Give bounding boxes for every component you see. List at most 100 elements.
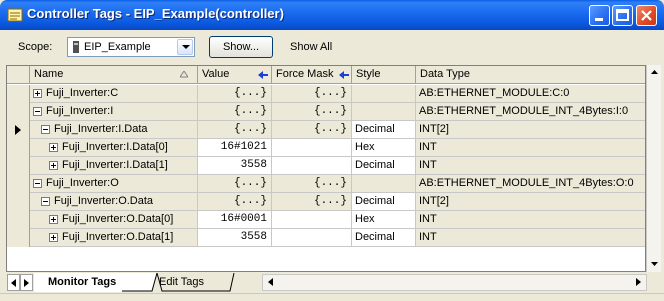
minimize-button[interactable] [589, 5, 610, 26]
arrow-left-icon [268, 278, 273, 286]
row-header[interactable] [7, 157, 30, 175]
expand-icon[interactable] [33, 89, 42, 98]
expand-icon[interactable] [49, 161, 58, 170]
data-type-cell[interactable]: INT [416, 139, 645, 156]
row-header[interactable] [7, 211, 30, 229]
tag-name-cell[interactable]: Fuji_Inverter:I.Data[0] [30, 139, 198, 156]
value-cell[interactable]: {...} [198, 103, 272, 120]
column-header-value[interactable]: Value [198, 66, 272, 84]
vertical-scrollbar[interactable] [646, 65, 661, 272]
value-cell[interactable]: 16#1021 [198, 139, 272, 156]
value-cell[interactable]: {...} [198, 193, 272, 210]
horizontal-scrollbar[interactable] [262, 274, 647, 291]
tag-grid[interactable]: Name Value Force Mask Style Data Type Fu… [6, 65, 646, 272]
data-type-cell[interactable]: AB:ETHERNET_MODULE_INT_4Bytes:O:0 [416, 175, 645, 192]
value-cell[interactable]: 3558 [198, 157, 272, 174]
tag-name-cell[interactable]: Fuji_Inverter:O [30, 175, 198, 192]
table-row[interactable]: Fuji_Inverter:O.Data[1] 3558 Decimal INT [7, 229, 645, 247]
style-cell[interactable]: Decimal [352, 121, 416, 138]
tag-name: Fuji_Inverter:O [46, 177, 119, 189]
force-mask-cell[interactable]: {...} [272, 175, 352, 192]
table-row[interactable]: Fuji_Inverter:O.Data[0] 16#0001 Hex INT [7, 211, 645, 229]
row-header[interactable] [7, 193, 30, 211]
tab-scroll-right-button[interactable] [20, 274, 33, 291]
arrow-right-icon [24, 279, 29, 287]
column-header-name[interactable]: Name [30, 66, 198, 84]
expand-icon[interactable] [49, 143, 58, 152]
column-header-data-type[interactable]: Data Type [416, 66, 645, 84]
expand-icon[interactable] [49, 215, 58, 224]
style-cell[interactable] [352, 103, 416, 120]
tag-name-cell[interactable]: Fuji_Inverter:I [30, 103, 198, 120]
collapse-icon[interactable] [33, 179, 42, 188]
scroll-right-button[interactable] [631, 275, 646, 290]
data-type-cell[interactable]: INT [416, 157, 645, 174]
value-cell[interactable]: {...} [198, 175, 272, 192]
row-header[interactable] [7, 139, 30, 157]
table-row[interactable]: Fuji_Inverter:I.Data[1] 3558 Decimal INT [7, 157, 645, 175]
show-button[interactable]: Show... [209, 36, 273, 58]
style-cell[interactable] [352, 85, 416, 102]
tag-name-cell[interactable]: Fuji_Inverter:I.Data [30, 121, 198, 138]
row-header[interactable] [7, 103, 30, 121]
value-cell[interactable]: {...} [198, 121, 272, 138]
bottom-bar: Monitor Tags Edit Tags [6, 273, 661, 292]
style-cell[interactable]: Decimal [352, 157, 416, 174]
data-type-cell[interactable]: INT [416, 211, 645, 228]
row-header[interactable] [7, 175, 30, 193]
tag-name-cell[interactable]: Fuji_Inverter:O.Data [30, 193, 198, 210]
force-mask-cell[interactable] [272, 139, 352, 156]
force-mask-cell[interactable]: {...} [272, 121, 352, 138]
style-cell[interactable]: Hex [352, 139, 416, 156]
tag-name-cell[interactable]: Fuji_Inverter:I.Data[1] [30, 157, 198, 174]
table-row[interactable]: Fuji_Inverter:C {...} {...} AB:ETHERNET_MOD… [7, 85, 645, 103]
expand-icon[interactable] [49, 233, 58, 242]
scroll-up-button[interactable] [647, 65, 662, 80]
value-cell[interactable]: 16#0001 [198, 211, 272, 228]
title-bar[interactable]: Controller Tags - EIP_Example(controller… [0, 0, 664, 30]
force-mask-cell[interactable]: {...} [272, 103, 352, 120]
style-cell[interactable] [352, 175, 416, 192]
scroll-left-button[interactable] [263, 275, 278, 290]
style-cell[interactable]: Decimal [352, 229, 416, 246]
table-row[interactable]: Fuji_Inverter:I.Data {...} {...} Decimal INT… [7, 121, 645, 139]
scroll-down-button[interactable] [647, 257, 662, 272]
value-cell[interactable]: 3558 [198, 229, 272, 246]
scope-dropdown-button[interactable] [177, 39, 193, 55]
data-type-cell[interactable]: AB:ETHERNET_MODULE:C:0 [416, 85, 645, 102]
row-header[interactable] [7, 121, 30, 139]
tag-name-cell[interactable]: Fuji_Inverter:O.Data[0] [30, 211, 198, 228]
row-header[interactable] [7, 85, 30, 103]
tab-edit-tags[interactable]: Edit Tags [145, 273, 210, 292]
tag-name-cell[interactable]: Fuji_Inverter:O.Data[1] [30, 229, 198, 246]
force-mask-cell[interactable] [272, 157, 352, 174]
force-mask-cell[interactable]: {...} [272, 193, 352, 210]
table-row[interactable]: Fuji_Inverter:O {...} {...} AB:ETHERNET_MOD… [7, 175, 645, 193]
collapse-icon[interactable] [41, 197, 50, 206]
tab-monitor-tags[interactable]: Monitor Tags [34, 273, 123, 292]
table-row[interactable]: Fuji_Inverter:I {...} {...} AB:ETHERNET_MOD… [7, 103, 645, 121]
style-cell[interactable]: Hex [352, 211, 416, 228]
column-header-style[interactable]: Style [352, 66, 416, 84]
value-cell[interactable]: {...} [198, 85, 272, 102]
force-mask-cell[interactable] [272, 229, 352, 246]
table-row[interactable]: Fuji_Inverter:I.Data[0] 16#1021 Hex INT [7, 139, 645, 157]
collapse-icon[interactable] [41, 125, 50, 134]
scope-dropdown[interactable]: EIP_Example [67, 37, 195, 57]
table-row[interactable]: Fuji_Inverter:O.Data {...} {...} Decimal INT… [7, 193, 645, 211]
data-type-cell[interactable]: AB:ETHERNET_MODULE_INT_4Bytes:I:0 [416, 103, 645, 120]
sort-ascending-icon [180, 71, 188, 78]
data-type-cell[interactable]: INT[2] [416, 193, 645, 210]
style-cell[interactable]: Decimal [352, 193, 416, 210]
tab-scroll-left-button[interactable] [7, 274, 20, 291]
column-header-force-mask[interactable]: Force Mask [272, 66, 352, 84]
tag-name-cell[interactable]: Fuji_Inverter:C [30, 85, 198, 102]
row-header[interactable] [7, 229, 30, 247]
force-mask-cell[interactable]: {...} [272, 85, 352, 102]
data-type-cell[interactable]: INT [416, 229, 645, 246]
close-button[interactable] [636, 5, 657, 26]
force-mask-cell[interactable] [272, 211, 352, 228]
maximize-button[interactable] [612, 5, 633, 26]
collapse-icon[interactable] [33, 107, 42, 116]
data-type-cell[interactable]: INT[2] [416, 121, 645, 138]
